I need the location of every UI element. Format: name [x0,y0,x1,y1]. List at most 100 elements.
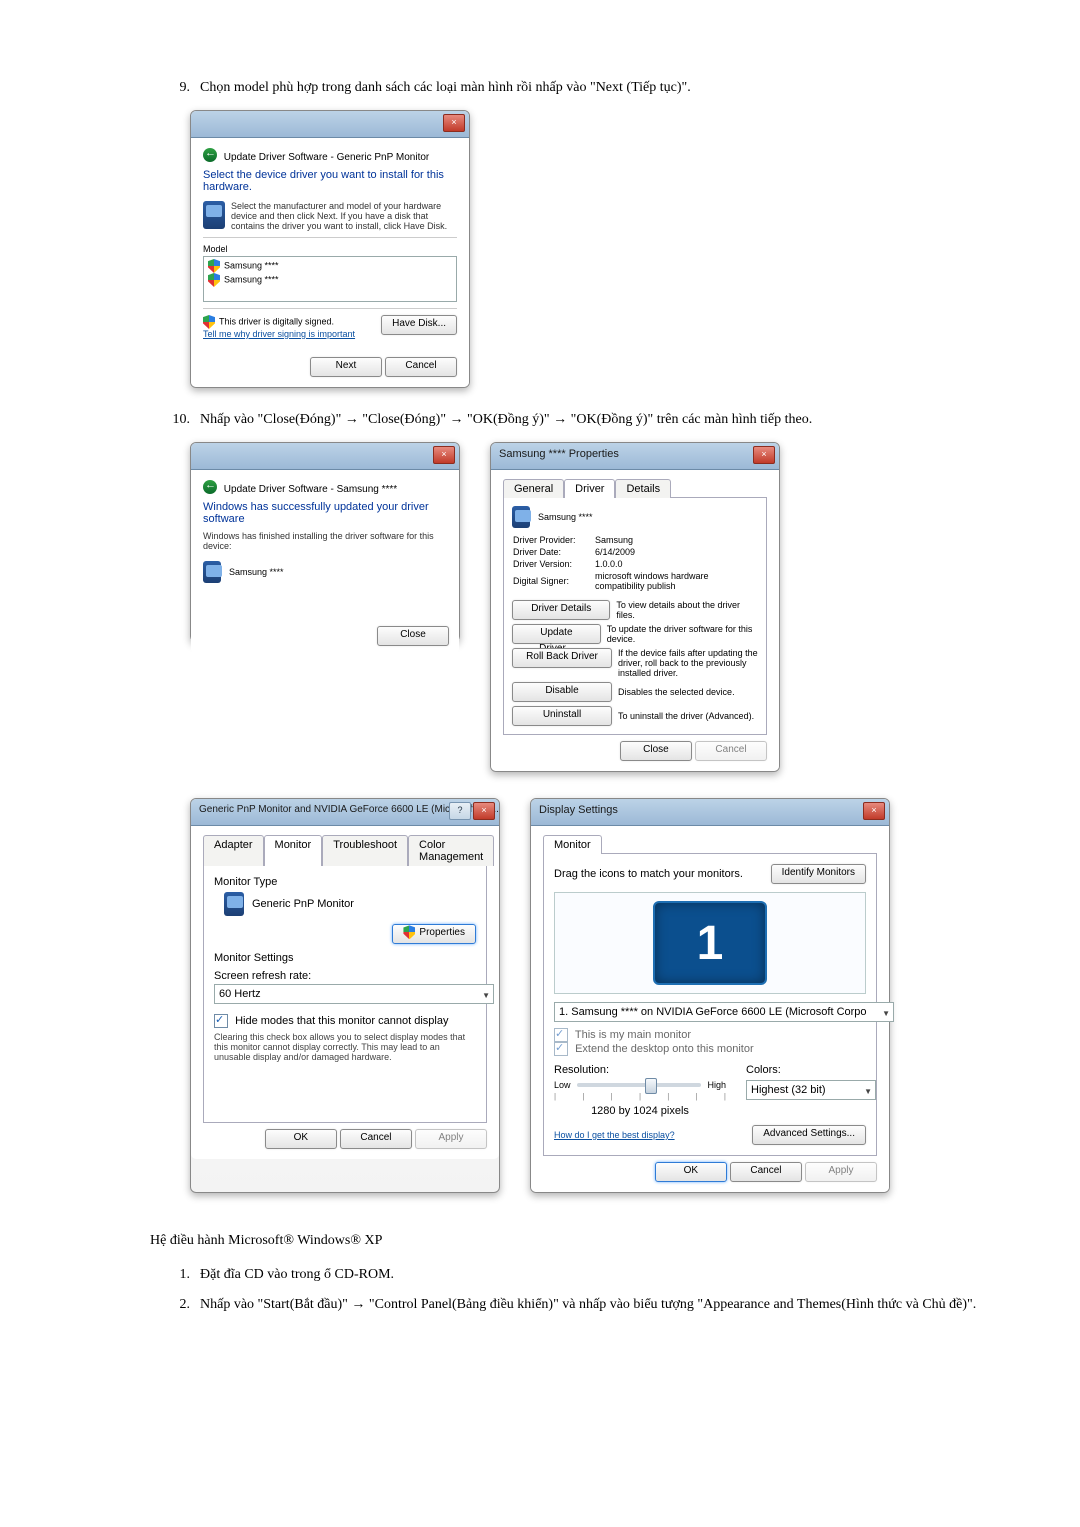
step-text: Chọn model phù hợp trong danh sách các l… [200,80,1020,96]
document-page: 9. Chọn model phù hợp trong danh sách cá… [0,0,1080,1527]
step-number: 10. [160,412,200,428]
titlebar: Samsung **** Properties × [491,443,779,470]
extend-desktop-label: Extend the desktop onto this monitor [575,1043,754,1055]
desc: Disables the selected device. [618,687,735,697]
disable-button[interactable]: Disable [512,682,612,702]
close-button[interactable]: Close [377,626,449,646]
next-button[interactable]: Next [310,357,382,377]
titlebar: × [191,443,459,470]
refresh-rate-label: Screen refresh rate: [214,970,476,982]
device-name: Samsung **** [229,567,284,577]
drag-instruction: Drag the icons to match your monitors. [554,868,743,880]
desc: To view details about the driver files. [616,600,758,620]
shield-icon [208,273,220,287]
list-item[interactable]: Samsung **** [224,260,279,270]
tab-monitor[interactable]: Monitor [543,835,602,854]
titlebar: × [191,111,469,138]
label: Driver Version: [512,558,594,570]
back-icon[interactable] [203,148,217,162]
list-item[interactable]: Samsung **** [224,274,279,284]
model-label: Model [203,244,457,254]
window-title: Samsung **** Properties [499,448,619,460]
tab-row: General Driver Details [503,478,767,498]
hide-modes-checkbox[interactable] [214,1014,228,1028]
shield-icon [203,315,215,329]
monitor-properties-dialog: Generic PnP Monitor and NVIDIA GeForce 6… [190,798,500,1193]
value: microsoft windows hardware compatibility… [594,570,758,592]
cancel-button[interactable]: Cancel [340,1129,412,1149]
step-number: 1. [160,1267,200,1283]
tab-general[interactable]: General [503,479,564,498]
resolution-value: 1280 by 1024 pixels [554,1105,726,1117]
tab-troubleshoot[interactable]: Troubleshoot [322,835,408,866]
identify-monitors-button[interactable]: Identify Monitors [771,864,866,884]
cancel-button[interactable]: Cancel [385,357,457,377]
dialog-heading: Windows has successfully updated your dr… [203,501,447,525]
monitor-visual[interactable]: 1 [653,901,767,985]
main-monitor-checkbox [554,1028,568,1042]
step-text: Nhấp vào "Start(Bắt đầu)" → "Control Pan… [200,1297,1020,1313]
ok-button[interactable]: OK [265,1129,337,1149]
resolution-label: Resolution: [554,1064,726,1076]
tab-color-management[interactable]: Color Management [408,835,494,866]
colors-select[interactable]: Highest (32 bit) [746,1080,876,1100]
breadcrumb: Update Driver Software - Samsung **** [224,484,397,495]
figure-row-1: × Update Driver Software - Samsung **** … [190,442,1020,772]
monitor-select[interactable]: 1. Samsung **** on NVIDIA GeForce 6600 L… [554,1002,894,1022]
tab-row: Adapter Monitor Troubleshoot Color Manag… [203,834,487,866]
why-signing-link[interactable]: Tell me why driver signing is important [203,329,355,339]
close-icon[interactable]: × [433,446,455,464]
slider-low-label: Low [554,1080,571,1090]
best-display-link[interactable]: How do I get the best display? [554,1130,675,1140]
close-icon[interactable]: × [443,114,465,132]
help-icon[interactable]: ? [449,802,471,820]
close-icon[interactable]: × [753,446,775,464]
select-driver-dialog: × Update Driver Software - Generic PnP M… [190,110,470,388]
step-number: 2. [160,1297,200,1313]
display-settings-dialog: Display Settings × Monitor Drag the icon… [530,798,890,1193]
resolution-slider[interactable] [577,1083,702,1087]
cancel-button[interactable]: Cancel [730,1162,802,1182]
tab-details[interactable]: Details [615,479,671,498]
hide-modes-desc: Clearing this check box allows you to se… [214,1032,476,1062]
have-disk-button[interactable]: Have Disk... [381,315,457,335]
close-icon[interactable]: × [473,802,495,820]
driver-icon [512,506,530,528]
uninstall-button[interactable]: Uninstall [512,706,612,726]
tab-monitor[interactable]: Monitor [264,835,323,866]
driver-info-table: Driver Provider:Samsung Driver Date:6/14… [512,534,758,592]
titlebar: Display Settings × [531,799,889,826]
advanced-settings-button[interactable]: Advanced Settings... [752,1125,866,1145]
driver-properties-dialog: Samsung **** Properties × General Driver… [490,442,780,772]
dialog-heading: Select the device driver you want to ins… [203,169,457,193]
refresh-rate-select[interactable]: 60 Hertz [214,984,494,1004]
step-number: 9. [160,80,200,96]
ok-button[interactable]: OK [655,1162,727,1182]
extend-desktop-checkbox [554,1042,568,1056]
signed-label: This driver is digitally signed. [219,316,334,326]
label: Driver Provider: [512,534,594,546]
success-dialog: × Update Driver Software - Samsung **** … [190,442,460,642]
tab-adapter[interactable]: Adapter [203,835,264,866]
driver-icon [203,561,221,583]
tab-driver[interactable]: Driver [564,479,615,498]
figure-select-driver: × Update Driver Software - Generic PnP M… [190,110,1020,388]
model-listbox[interactable]: Samsung **** Samsung **** [203,256,457,302]
back-icon [203,480,217,494]
monitor-arrangement-area[interactable]: 1 [554,892,866,994]
shield-icon [403,925,415,939]
xp-step-1: 1. Đặt đĩa CD vào trong ổ CD-ROM. [160,1267,1020,1283]
monitor-type-label: Monitor Type [214,876,476,888]
driver-details-button[interactable]: Driver Details [512,600,610,620]
driver-icon [203,201,225,229]
label: Driver Date: [512,546,594,558]
monitor-settings-label: Monitor Settings [214,952,476,964]
properties-button[interactable]: Properties [392,924,476,944]
figure-row-2: Generic PnP Monitor and NVIDIA GeForce 6… [190,798,1020,1193]
update-driver-button[interactable]: Update Driver... [512,624,601,644]
close-button[interactable]: Close [620,741,692,761]
value: 1.0.0.0 [594,558,758,570]
close-icon[interactable]: × [863,802,885,820]
rollback-driver-button[interactable]: Roll Back Driver [512,648,612,668]
step-text: Đặt đĩa CD vào trong ổ CD-ROM. [200,1267,1020,1283]
